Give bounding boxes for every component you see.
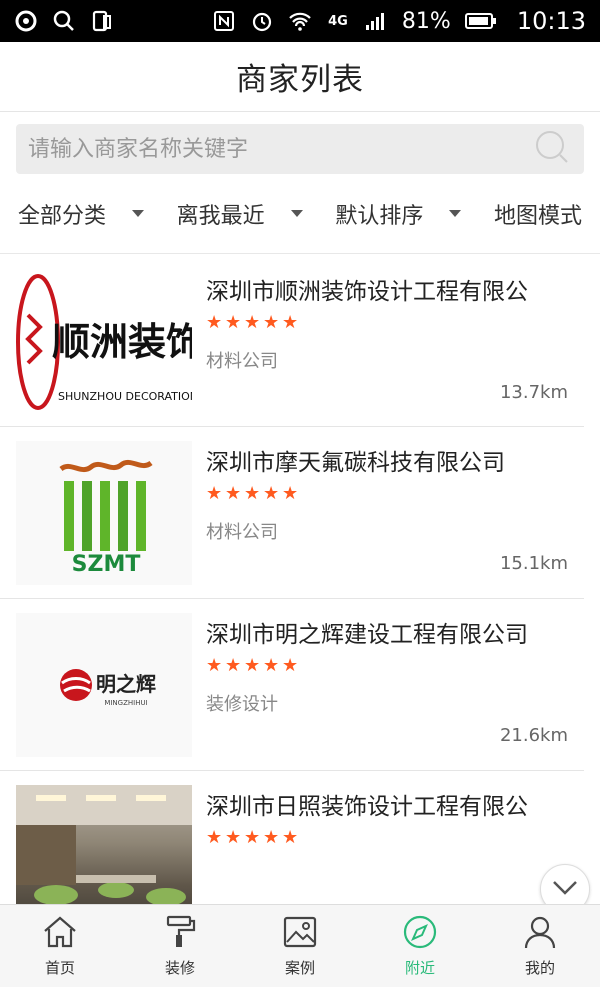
search-input[interactable]: [28, 136, 508, 162]
merchant-info: 深圳市日照装饰设计工程有限公 ★ ★ ★ ★ ★: [206, 785, 568, 904]
network-4g-icon: 4G: [328, 13, 348, 29]
battery-percent: 81%: [401, 8, 451, 34]
merchant-category: 装修设计: [206, 694, 278, 715]
filter-map-mode[interactable]: 地图模式: [494, 198, 582, 230]
nfc-icon: [212, 9, 236, 33]
merchant-name: 深圳市摩天氟碳科技有限公司: [206, 450, 505, 476]
caret-down-icon: [449, 210, 462, 217]
filter-label: 默认排序: [335, 203, 424, 229]
list-item[interactable]: 明之辉 MINGZHIHUI 深圳市明之辉建设工程有限公司 ★ ★ ★ ★ ★ 装修设计…: [0, 599, 584, 771]
star-icon: ★: [206, 827, 223, 848]
logo-subtext: MINGZHIHUI: [104, 699, 147, 707]
star-icon: ★: [225, 483, 242, 504]
page-header: 商家列表: [0, 42, 600, 112]
rating-stars: ★ ★ ★ ★ ★: [206, 655, 568, 676]
filter-category[interactable]: 全部分类: [18, 198, 145, 230]
merchant-distance: 15.1km: [499, 553, 568, 574]
star-icon: ★: [244, 312, 261, 333]
wifi-icon: [288, 9, 312, 33]
star-icon: ★: [282, 827, 299, 848]
user-icon: [522, 915, 558, 953]
star-icon: ★: [263, 312, 280, 333]
search-bar[interactable]: [16, 124, 584, 174]
rating-stars: ★ ★ ★ ★ ★: [206, 312, 568, 333]
filter-label: 地图模式: [493, 203, 582, 229]
merchant-name: 深圳市明之辉建设工程有限公司: [206, 622, 528, 648]
star-icon: ★: [244, 655, 261, 676]
star-icon: ★: [282, 655, 299, 676]
caret-down-icon: [290, 210, 303, 217]
list-item[interactable]: 深圳市日照装饰设计工程有限公 ★ ★ ★ ★ ★: [0, 771, 584, 904]
filter-label: 离我最近: [176, 203, 265, 229]
star-icon: ★: [263, 655, 280, 676]
merchant-name: 深圳市日照装饰设计工程有限公: [206, 794, 528, 820]
star-icon: ★: [225, 312, 242, 333]
rating-stars: ★ ★ ★ ★ ★: [206, 827, 568, 848]
merchant-logo: 顺洲装饰 SHUNZHOU DECORATION: [16, 270, 192, 414]
star-icon: ★: [206, 655, 223, 676]
chevron-down-icon: [551, 877, 579, 901]
logo-text: 顺洲装饰: [52, 320, 192, 364]
filter-bar: 全部分类 离我最近 默认排序 地图模式: [0, 174, 600, 254]
star-icon: ★: [206, 312, 223, 333]
star-icon: ★: [263, 483, 280, 504]
battery-icon: [464, 9, 497, 33]
merchant-list: 顺洲装饰 SHUNZHOU DECORATION 深圳市顺洲装饰设计工程有限公 …: [0, 256, 600, 904]
merchant-info: 深圳市明之辉建设工程有限公司 ★ ★ ★ ★ ★ 装修设计 21.6km: [206, 613, 568, 770]
merchant-category: 材料公司: [206, 351, 278, 372]
search-icon: [52, 9, 76, 33]
tab-cases[interactable]: 案例: [240, 905, 360, 987]
page-title: 商家列表: [236, 62, 364, 98]
tab-label: 附近: [404, 958, 435, 977]
star-icon: ★: [244, 827, 261, 848]
home-icon: [42, 915, 78, 953]
merchant-logo: 明之辉 MINGZHIHUI: [16, 613, 192, 757]
tab-label: 首页: [44, 958, 75, 977]
star-icon: ★: [263, 827, 280, 848]
merchant-photo: [16, 785, 192, 904]
list-item[interactable]: 顺洲装饰 SHUNZHOU DECORATION 深圳市顺洲装饰设计工程有限公 …: [0, 256, 584, 427]
merchant-logo: SZMT: [16, 441, 192, 585]
filter-label: 全部分类: [18, 203, 107, 229]
tab-decoration[interactable]: 装修: [120, 905, 240, 987]
compass-icon: [402, 915, 438, 953]
star-icon: ★: [244, 483, 261, 504]
search-icon[interactable]: [532, 127, 572, 171]
tab-profile[interactable]: 我的: [480, 905, 600, 987]
tab-label: 我的: [524, 958, 555, 977]
filter-sort[interactable]: 默认排序: [335, 198, 462, 230]
bottom-tab-bar: 首页 装修 案例 附近 我的: [0, 904, 600, 987]
logo-text: 明之辉: [96, 672, 156, 696]
merchant-distance: 21.6km: [499, 725, 568, 746]
tab-nearby[interactable]: 附近: [360, 905, 480, 987]
alarm-icon: [250, 9, 274, 33]
merchant-distance: 13.7km: [499, 382, 568, 403]
tab-label: 装修: [164, 958, 195, 977]
star-icon: ★: [225, 655, 242, 676]
caret-down-icon: [132, 210, 145, 217]
merchant-info: 深圳市摩天氟碳科技有限公司 ★ ★ ★ ★ ★ 材料公司 15.1km: [206, 441, 568, 598]
logo-subtext: SHUNZHOU DECORATION: [58, 390, 192, 403]
netease-icon: [14, 9, 38, 33]
star-icon: ★: [282, 312, 299, 333]
star-icon: ★: [225, 827, 242, 848]
merchant-category: 材料公司: [206, 522, 278, 543]
logo-text: SZMT: [72, 552, 141, 577]
paint-roller-icon: [162, 915, 198, 953]
star-icon: ★: [282, 483, 299, 504]
status-bar: 4G 81% 10:13: [0, 0, 600, 42]
merchant-info: 深圳市顺洲装饰设计工程有限公 ★ ★ ★ ★ ★ 材料公司 13.7km: [206, 270, 568, 426]
star-icon: ★: [206, 483, 223, 504]
list-item[interactable]: SZMT 深圳市摩天氟碳科技有限公司 ★ ★ ★ ★ ★ 材料公司 15.1km: [0, 427, 584, 599]
rating-stars: ★ ★ ★ ★ ★: [206, 483, 568, 504]
image-icon: [282, 915, 318, 953]
filter-distance[interactable]: 离我最近: [177, 198, 303, 230]
tab-home[interactable]: 首页: [0, 905, 120, 987]
phone-icon: [90, 9, 114, 33]
signal-icon: [364, 9, 388, 33]
tab-label: 案例: [284, 958, 315, 977]
merchant-name: 深圳市顺洲装饰设计工程有限公: [206, 279, 528, 305]
clock: 10:13: [516, 7, 586, 35]
